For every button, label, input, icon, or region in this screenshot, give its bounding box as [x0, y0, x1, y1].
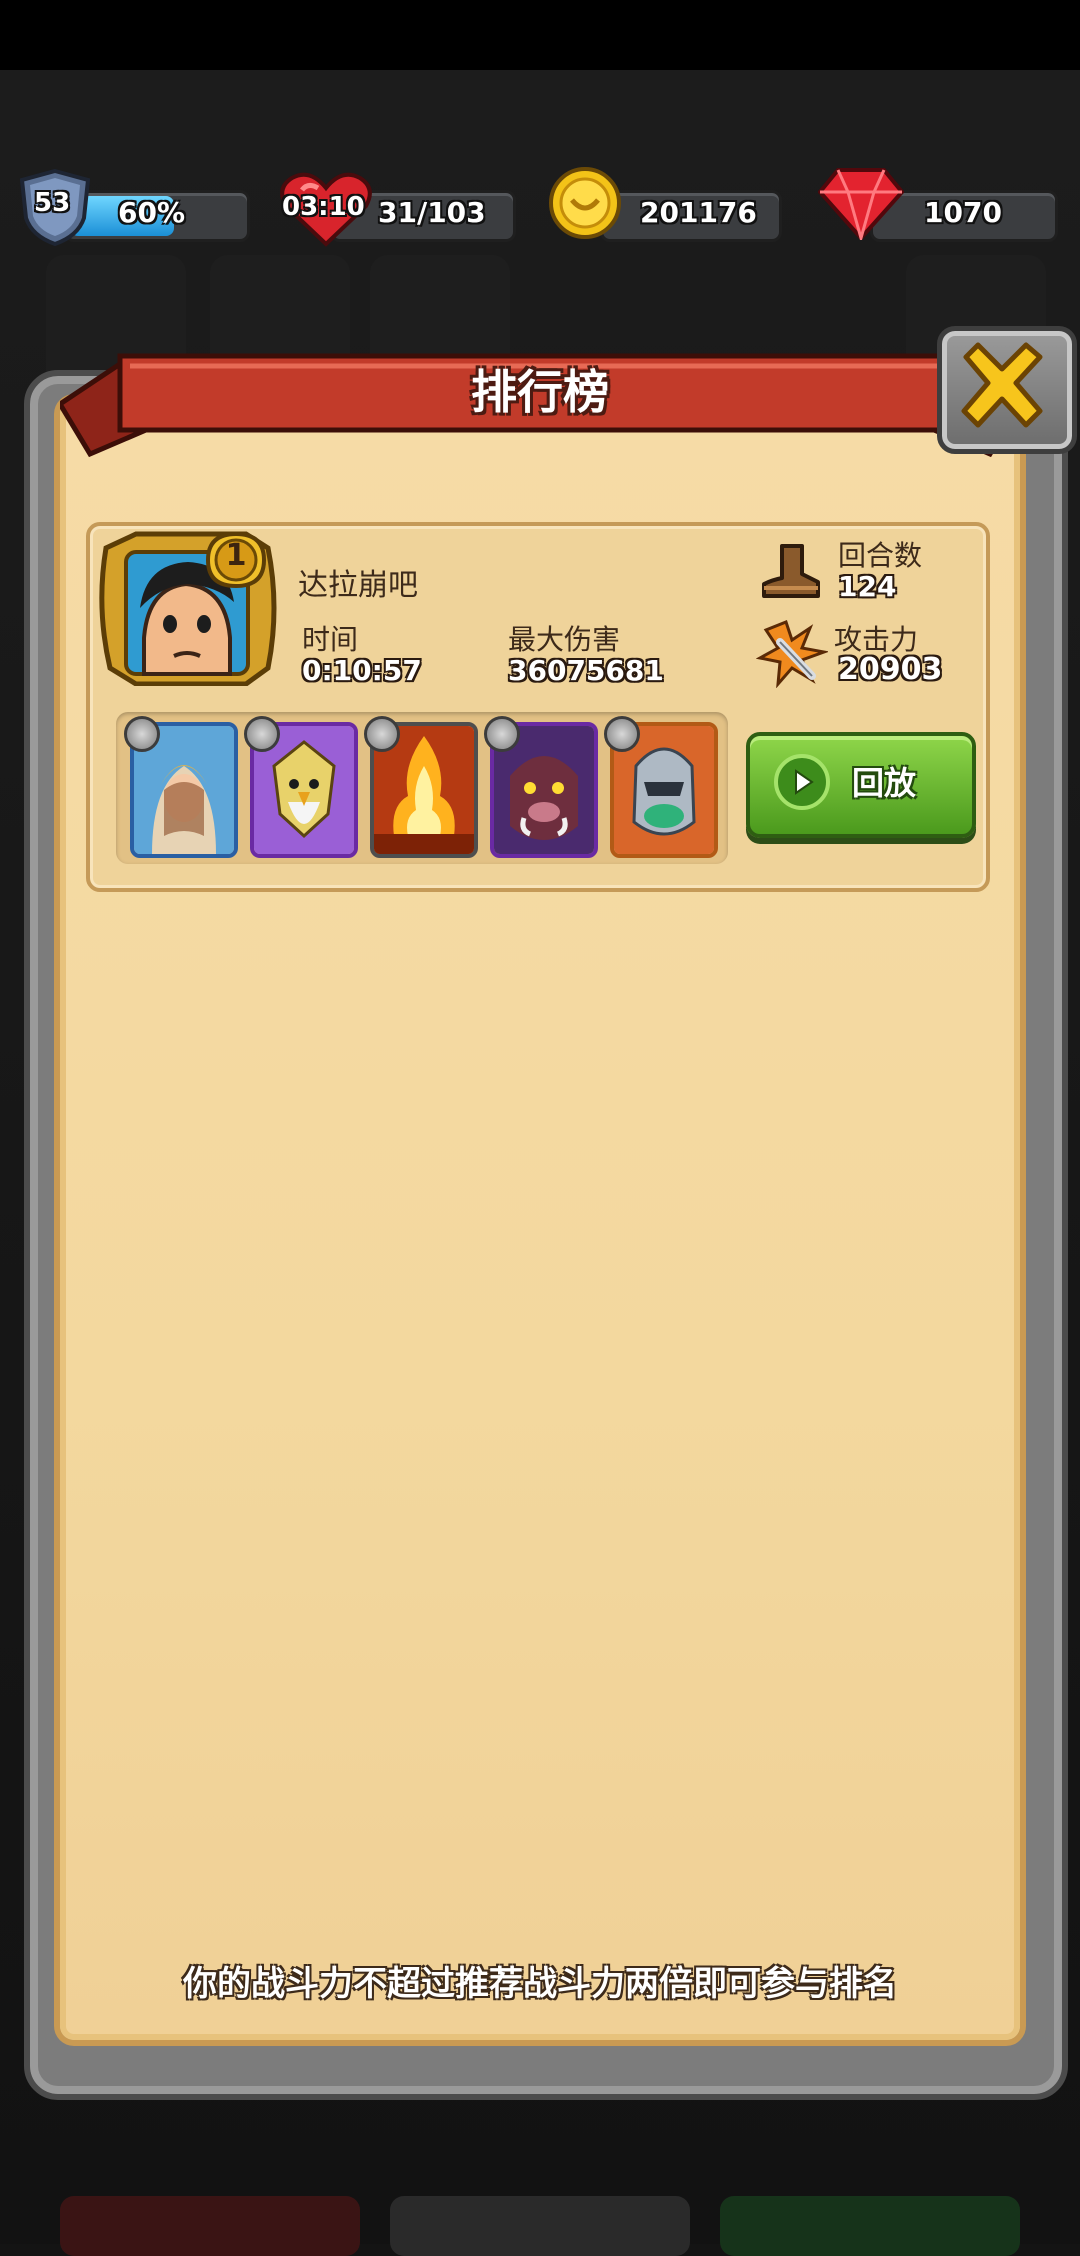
xp-percent: 60%	[118, 196, 186, 229]
bg-bottom-button	[390, 2196, 690, 2256]
replay-label: 回放	[852, 764, 917, 802]
boot-icon	[762, 544, 820, 598]
time-label: 时间	[302, 623, 359, 656]
stamina-timer: 03:10	[282, 192, 365, 222]
rounds-label: 回合数	[838, 539, 923, 572]
status-bar	[0, 0, 1080, 70]
ruby-gem-icon	[818, 168, 904, 240]
gem-amount: 1070	[924, 196, 1002, 229]
rank-number: 1	[225, 538, 247, 573]
bg-bottom-button	[60, 2196, 360, 2256]
ranking-rule-notice: 你的战斗力不超过推荐战斗力两倍即可参与排名	[183, 1964, 897, 2004]
bg-bottom-button	[720, 2196, 1020, 2256]
hero-rarity-dot	[604, 716, 640, 752]
hero-rarity-dot	[364, 716, 400, 752]
stamina-count: 31/103	[378, 196, 486, 229]
close-icon	[961, 342, 1043, 428]
rounds-value: 124	[838, 570, 897, 603]
close-button[interactable]	[937, 326, 1077, 454]
gold-amount: 201176	[640, 196, 757, 229]
gold-coin-icon	[549, 167, 621, 239]
player-name: 达拉崩吧	[298, 568, 418, 603]
panel-title: 排行榜	[471, 365, 609, 419]
max-damage-value: 36075681	[508, 654, 664, 687]
time-value: 0:10:57	[302, 654, 422, 687]
hero-rarity-dot	[484, 716, 520, 752]
play-icon	[774, 754, 830, 810]
hero-rarity-dot	[124, 716, 160, 752]
player-level: 53	[34, 188, 71, 218]
attack-sword-icon	[756, 620, 828, 688]
attack-value: 20903	[838, 652, 943, 687]
max-damage-label: 最大伤害	[508, 623, 621, 656]
hero-rarity-dot	[244, 716, 280, 752]
